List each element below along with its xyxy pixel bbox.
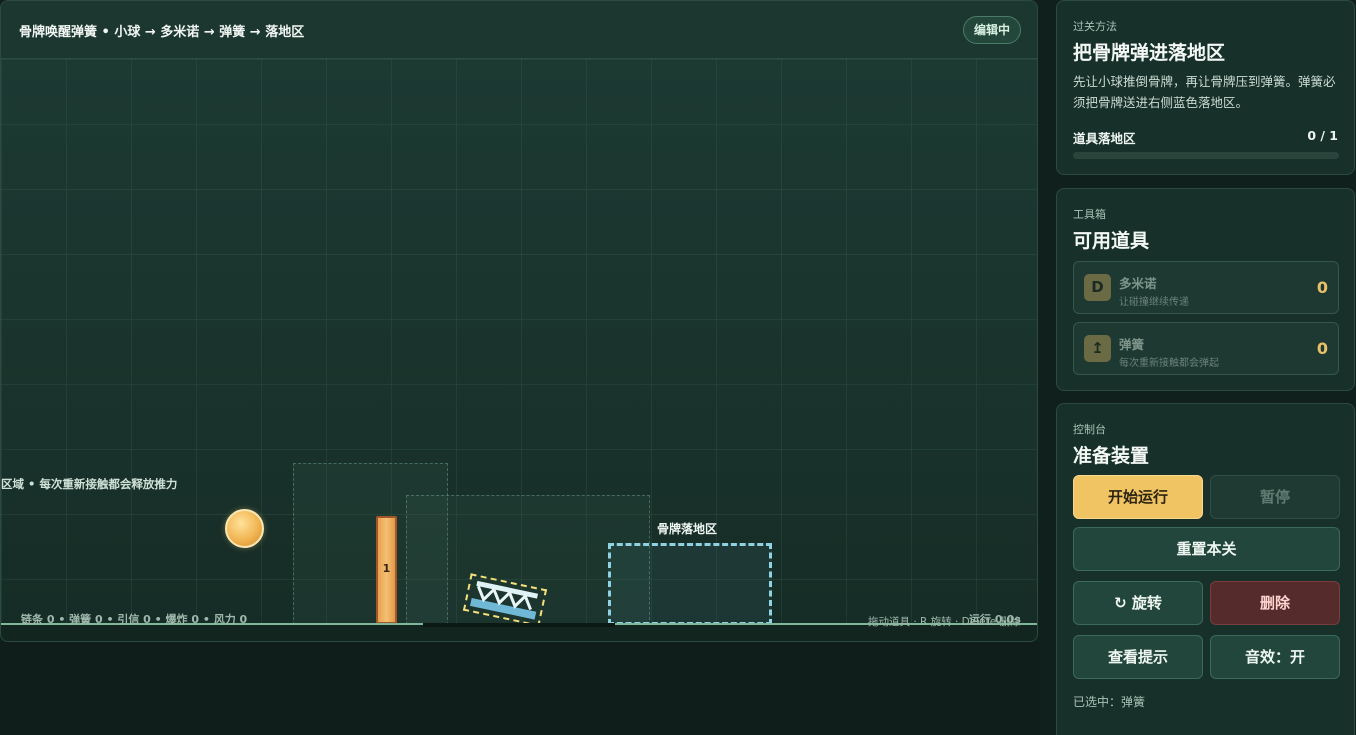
control-kicker: 控制台 xyxy=(1073,423,1106,436)
ball[interactable] xyxy=(225,509,264,548)
goal-kicker: 过关方法 xyxy=(1073,20,1117,33)
delete-button[interactable]: 删除 xyxy=(1210,581,1340,625)
toolbox-panel: 工具箱 可用道具 D 多米诺 让碰撞继续传递 0 ↥ 弹簧 每次重新接触都会弹起… xyxy=(1056,188,1355,391)
domino-number: 1 xyxy=(382,562,391,575)
tool-count: 0 xyxy=(1316,278,1328,297)
goal-panel: 过关方法 把骨牌弹进落地区 先让小球推倒骨牌，再让骨牌压到弹簧。弹簧必须把骨牌送… xyxy=(1056,0,1355,175)
progress-label: 道具落地区 xyxy=(1073,131,1136,146)
game-header: 骨牌唤醒弹簧 • 小球 → 多米诺 → 弹簧 → 落地区 编辑中 xyxy=(1,1,1037,59)
tool-count: 0 xyxy=(1316,339,1328,358)
landing-zone xyxy=(608,543,772,625)
tool-card-spring[interactable]: ↥ 弹簧 每次重新接触都会弹起 0 xyxy=(1073,322,1339,375)
tool-description: 让碰撞继续传递 xyxy=(1119,297,1189,308)
selected-item-note: 已选中：弹簧 xyxy=(1073,695,1146,709)
spring-icon: ↥ xyxy=(1084,335,1111,362)
pause-button[interactable]: 暂停 xyxy=(1210,475,1340,519)
control-title: 准备装置 xyxy=(1073,445,1150,467)
game-canvas[interactable]: 骨牌唤醒弹簧 • 小球 → 多米诺 → 弹簧 → 落地区 编辑中 区域 • 每次… xyxy=(0,0,1038,642)
progress-bar xyxy=(1073,152,1339,159)
goal-title: 把骨牌弹进落地区 xyxy=(1073,42,1226,64)
control-panel: 控制台 准备装置 开始运行 暂停 重置本关 ↻ 旋转 删除 查看提示 音效：开 … xyxy=(1056,403,1355,735)
bottom-band xyxy=(0,642,1040,735)
hint-button[interactable]: 查看提示 xyxy=(1073,635,1203,679)
domino[interactable]: 1 xyxy=(376,516,397,624)
ground-gap xyxy=(423,623,615,627)
toolbox-kicker: 工具箱 xyxy=(1073,208,1106,221)
reset-button[interactable]: 重置本关 xyxy=(1073,527,1340,571)
rotate-button[interactable]: ↻ 旋转 xyxy=(1073,581,1203,625)
mode-badge: 编辑中 xyxy=(962,16,1021,44)
goal-description: 先让小球推倒骨牌，再让骨牌压到弹簧。弹簧必须把骨牌送进右侧蓝色落地区。 xyxy=(1073,74,1336,110)
tool-name: 多米诺 xyxy=(1119,276,1157,291)
run-time: 运行 0.0s xyxy=(969,613,1021,626)
start-button[interactable]: 开始运行 xyxy=(1073,475,1203,519)
tool-description: 每次重新接触都会弹起 xyxy=(1119,358,1219,369)
domino-icon: D xyxy=(1084,274,1111,301)
toolbox-title: 可用道具 xyxy=(1073,230,1150,252)
landing-zone-label: 骨牌落地区 xyxy=(657,522,718,536)
zone-hint: 区域 • 每次重新接触都会释放推力 xyxy=(1,477,178,491)
stats-readout: 链条 0 • 弹簧 0 • 引信 0 • 爆炸 0 • 风力 0 xyxy=(21,613,248,626)
progress-count: 0 / 1 xyxy=(1307,128,1338,143)
level-title: 骨牌唤醒弹簧 • 小球 → 多米诺 → 弹簧 → 落地区 xyxy=(19,25,305,40)
sound-toggle[interactable]: 音效：开 xyxy=(1210,635,1340,679)
tool-card-domino[interactable]: D 多米诺 让碰撞继续传递 0 xyxy=(1073,261,1339,314)
tool-name: 弹簧 xyxy=(1119,337,1145,352)
